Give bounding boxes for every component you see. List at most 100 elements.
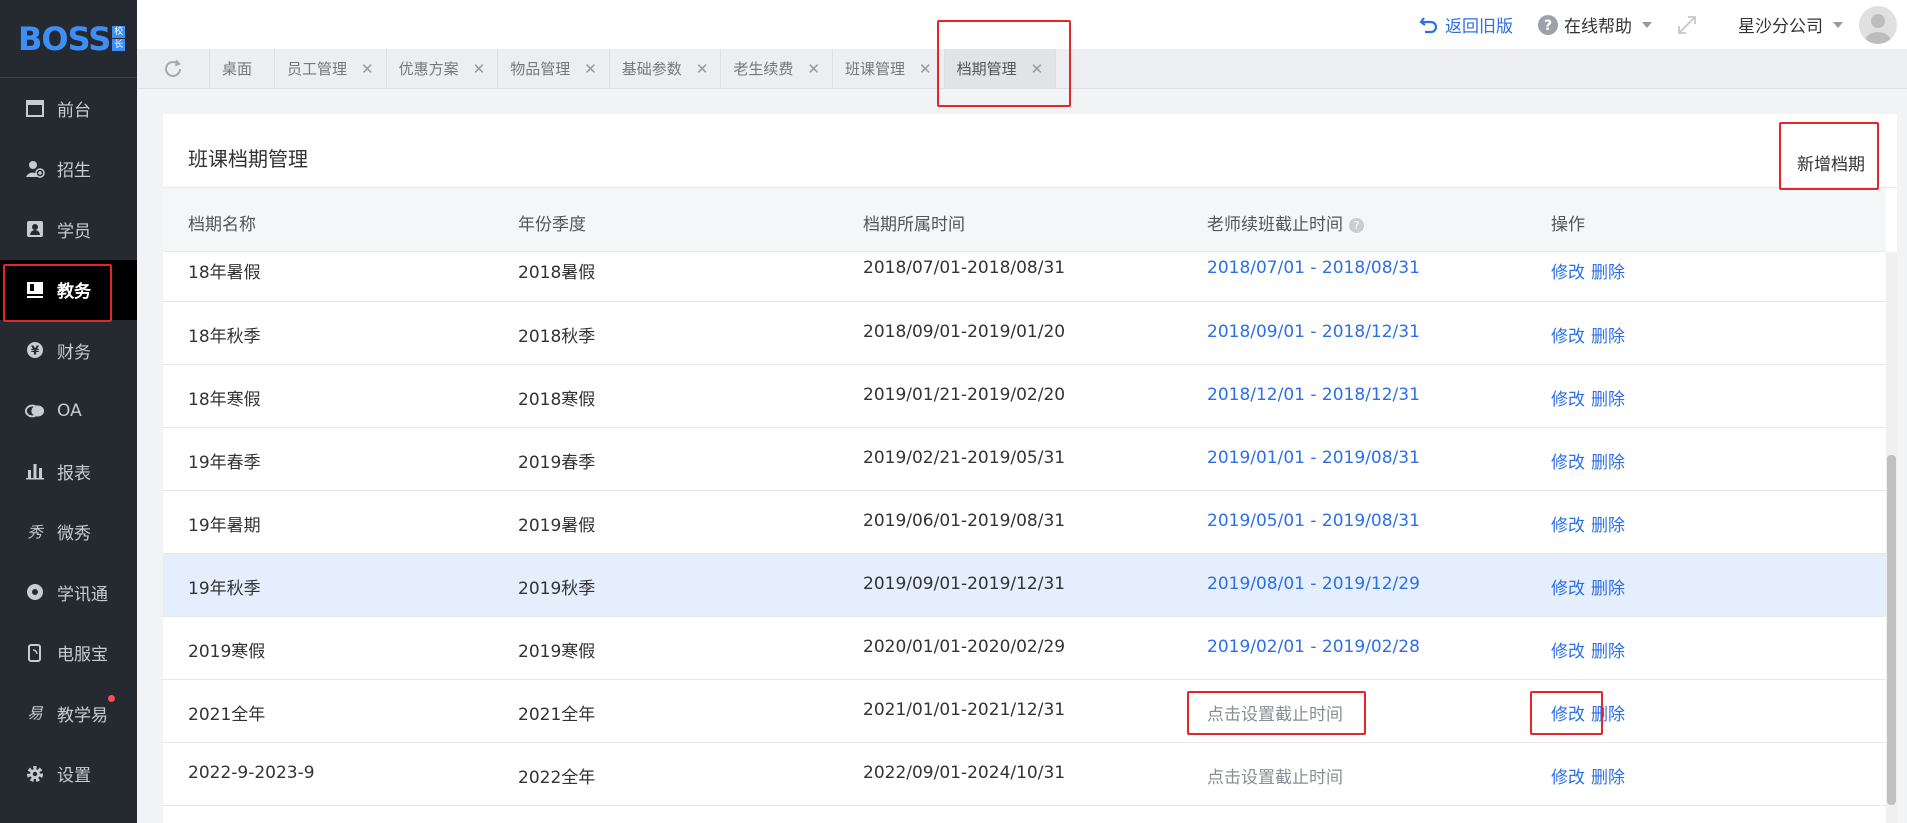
fullscreen-icon [1678, 15, 1696, 34]
sidebar-item[interactable]: 学讯通 [0, 562, 137, 623]
edit-link[interactable]: 修改 [1551, 642, 1585, 662]
question-icon[interactable]: ? [1349, 218, 1364, 233]
edit-link[interactable]: 修改 [1551, 390, 1585, 410]
header-name: 档期名称 [188, 215, 256, 235]
chat-icon [25, 401, 45, 421]
cell-deadline-link[interactable]: 2019/01/01 - 2019/08/31 [1207, 448, 1420, 468]
close-icon[interactable]: ✕ [361, 60, 374, 78]
cell-deadline-link[interactable]: 2018/07/01 - 2018/08/31 [1207, 258, 1420, 278]
logo-badge: 校 长 [112, 25, 126, 51]
sidebar-item-label: 教务 [57, 282, 91, 303]
header-deadline: 老师续班截止时间? [1207, 210, 1364, 235]
back-label: 返回旧版 [1445, 17, 1513, 37]
header-actions: 操作 [1551, 215, 1585, 235]
logo[interactable]: BOSS 校 长 [0, 0, 137, 78]
edit-link[interactable]: 修改 [1551, 327, 1585, 347]
tab[interactable]: 桌面 [210, 49, 276, 88]
close-icon[interactable]: ✕ [919, 60, 932, 78]
close-icon[interactable]: ✕ [696, 60, 709, 78]
tab[interactable]: 老生续费 ✕ [721, 49, 833, 88]
table-header: 档期名称 年份季度 档期所属时间 老师续班截止时间? 操作 [163, 188, 1886, 252]
cell-season: 2019寒假 [518, 642, 596, 662]
sidebar-item[interactable]: 学员 [0, 199, 137, 260]
back-to-old-version-button[interactable]: 返回旧版 [1419, 12, 1513, 37]
tab[interactable]: 基础参数 ✕ [610, 49, 722, 88]
sidebar-item[interactable]: 易教学易 [0, 683, 137, 744]
set-deadline-link[interactable]: 点击设置截止时间 [1207, 700, 1343, 725]
table-row[interactable]: 18年寒假 2018寒假 2019/01/21-2019/02/20 2018/12/… [163, 365, 1886, 428]
tab[interactable]: 班课管理 ✕ [833, 49, 945, 88]
table-row[interactable]: 2022-9-2023-9 2022全年 2022/09/01-2024/10/31… [163, 743, 1886, 806]
sidebar-item[interactable]: 教务 [0, 259, 137, 320]
sidebar-item[interactable]: 招生 [0, 139, 137, 200]
tab[interactable]: 物品管理 ✕ [498, 49, 610, 88]
edit-link[interactable]: 修改 [1551, 768, 1585, 788]
edit-link[interactable]: 修改 [1551, 516, 1585, 536]
table-row[interactable]: 2019寒假 2019寒假 2020/01/01-2020/02/29 2019/02… [163, 617, 1886, 680]
delete-link[interactable]: 删除 [1591, 768, 1625, 788]
sidebar-item[interactable]: OA [0, 381, 137, 442]
branch-dropdown[interactable]: 星沙分公司 [1738, 12, 1843, 37]
table-row[interactable]: 18年秋季 2018秋季 2018/09/01-2019/01/20 2018/09/… [163, 302, 1886, 365]
edit-link[interactable]: 修改 [1551, 263, 1585, 283]
close-icon[interactable]: ✕ [473, 60, 486, 78]
cell-season: 2021全年 [518, 705, 596, 725]
cell-deadline-link[interactable]: 2019/08/01 - 2019/12/29 [1207, 574, 1420, 594]
cell-deadline-link[interactable]: 2018/09/01 - 2018/12/31 [1207, 322, 1420, 342]
cell-season: 2022全年 [518, 768, 596, 788]
sidebar-item[interactable]: ¥ 财务 [0, 320, 137, 381]
tab[interactable]: 员工管理 ✕ [275, 49, 387, 88]
delete-link[interactable]: 删除 [1591, 390, 1625, 410]
chevron-down-icon [1833, 21, 1843, 28]
page-title: 班课档期管理 [188, 147, 308, 171]
main-panel: 班课档期管理 新增档期 档期名称 年份季度 档期所属时间 老师续班截止时间? 操… [163, 114, 1897, 823]
sidebar-item[interactable]: 电服宝 [0, 623, 137, 684]
set-deadline-link[interactable]: 点击设置截止时间 [1207, 763, 1343, 788]
table-row[interactable]: 19年春季 2019春季 2019/02/21-2019/05/31 2019/01/… [163, 428, 1886, 491]
avatar[interactable] [1859, 5, 1897, 44]
delete-link[interactable]: 删除 [1591, 516, 1625, 536]
sidebar-item[interactable]: 前台 [0, 78, 137, 139]
delete-link[interactable]: 删除 [1591, 327, 1625, 347]
cell-season: 2019春季 [518, 453, 596, 473]
xiu-icon: 秀 [25, 522, 45, 542]
online-help-dropdown[interactable]: ? 在线帮助 [1537, 12, 1652, 37]
sidebar-item-label: OA [57, 400, 82, 421]
sidebar-item[interactable]: 报表 [0, 441, 137, 502]
tabs: 桌面 员工管理 ✕ 优惠方案 ✕ 物品管理 ✕ 基础参数 ✕ 老生续费 ✕ 班课管理 ✕ 档期管理 ✕ [210, 49, 1057, 88]
gear-icon [25, 764, 45, 784]
close-icon[interactable]: ✕ [584, 60, 597, 78]
delete-link[interactable]: 删除 [1591, 453, 1625, 473]
sidebar-item[interactable]: 秀微秀 [0, 502, 137, 563]
table-row[interactable]: 19年暑期 2019暑假 2019/06/01-2019/08/31 2019/05/… [163, 491, 1886, 554]
delete-link[interactable]: 删除 [1591, 579, 1625, 599]
edit-link[interactable]: 修改 [1551, 453, 1585, 473]
scrollbar-thumb[interactable] [1887, 455, 1896, 805]
header-deadline-label: 老师续班截止时间 [1207, 215, 1343, 235]
tab[interactable]: 档期管理 ✕ [944, 49, 1057, 88]
add-schedule-button[interactable]: 新增档期 [1797, 150, 1865, 175]
cell-deadline-link[interactable]: 2019/02/01 - 2019/02/28 [1207, 637, 1420, 657]
yen-icon: ¥ [25, 340, 45, 360]
delete-link[interactable]: 删除 [1591, 642, 1625, 662]
fullscreen-button[interactable] [1676, 14, 1698, 36]
close-icon[interactable]: ✕ [1031, 60, 1044, 78]
tab-label: 档期管理 [956, 60, 1017, 78]
cell-name: 2022-9-2023-9 [188, 763, 315, 783]
close-icon[interactable]: ✕ [807, 60, 820, 78]
cell-deadline-link[interactable]: 2018/12/01 - 2018/12/31 [1207, 385, 1420, 405]
cell-actions: 修改 删除 [1551, 448, 1631, 473]
table-row[interactable]: 19年秋季 2019秋季 2019/09/01-2019/12/31 2019/08/… [163, 554, 1886, 617]
sidebar-item[interactable]: 设置 [0, 744, 137, 805]
delete-link[interactable]: 删除 [1591, 263, 1625, 283]
edit-link[interactable]: 修改 [1551, 579, 1585, 599]
cell-deadline-link[interactable]: 2019/05/01 - 2019/08/31 [1207, 511, 1420, 531]
edit-link[interactable]: 修改 [1551, 705, 1585, 725]
logo-text: BOSS [18, 19, 111, 58]
refresh-button[interactable] [137, 49, 210, 88]
undo-icon [1419, 16, 1438, 33]
tab[interactable]: 优惠方案 ✕ [387, 49, 499, 88]
table-row[interactable]: 2021全年 2021全年 2021/01/01-2021/12/31 点击设置截止时… [163, 680, 1886, 743]
delete-link[interactable]: 删除 [1591, 705, 1625, 725]
table-row[interactable]: 18年暑假 2018暑假 2018/07/01-2018/08/31 2018/07/… [163, 252, 1886, 302]
